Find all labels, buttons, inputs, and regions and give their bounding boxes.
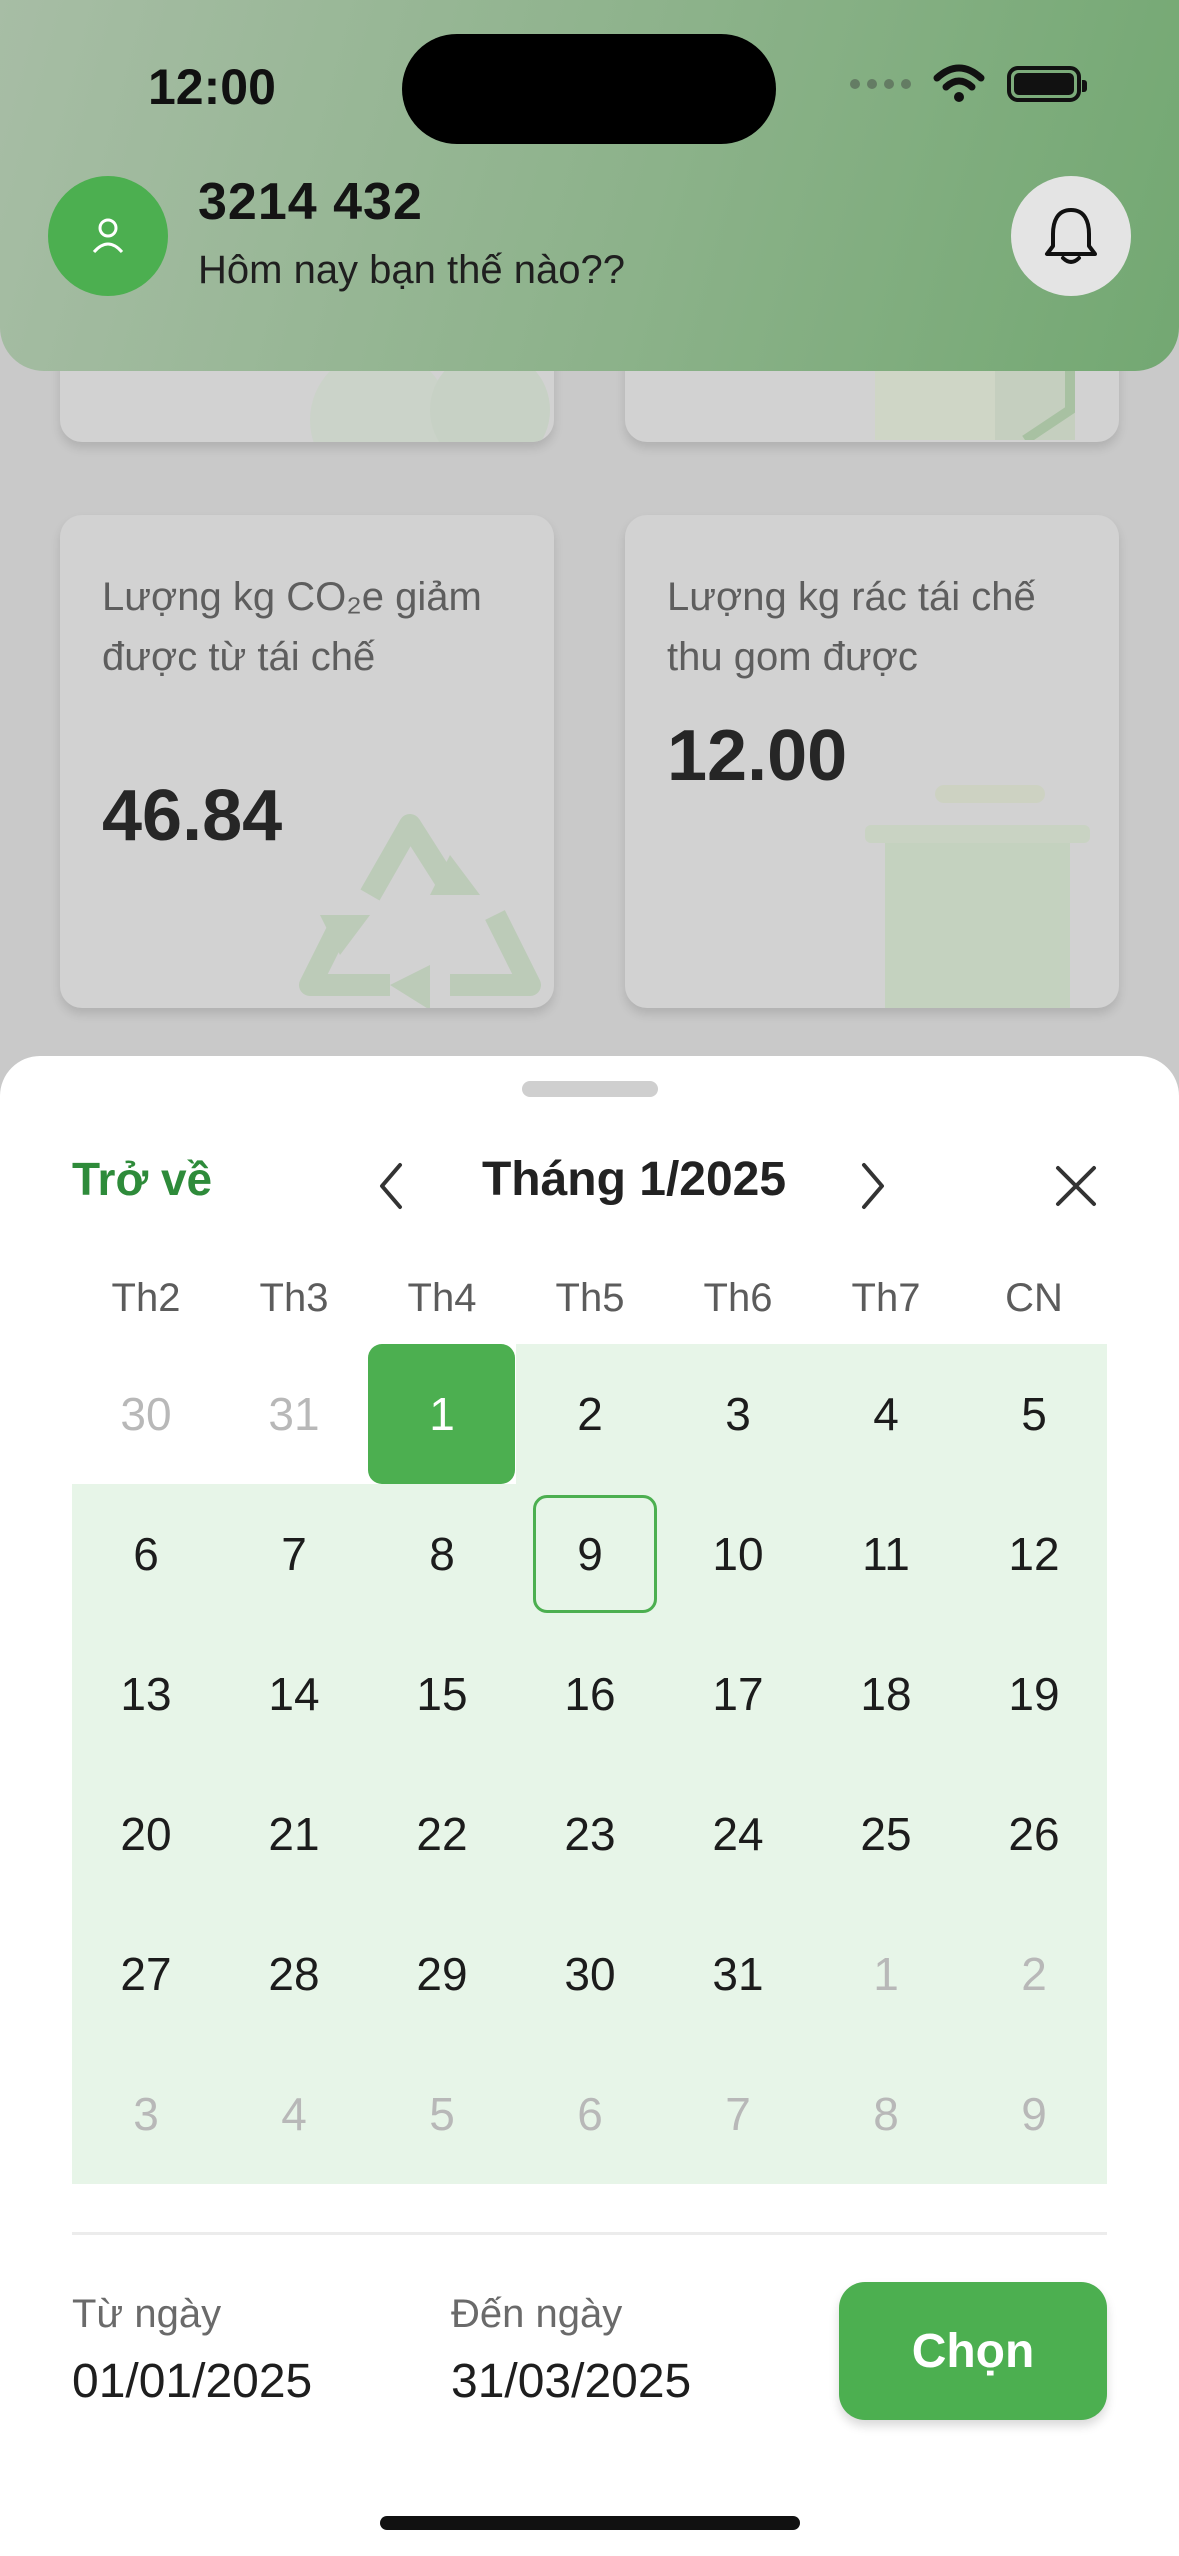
calendar-day-outside[interactable]: 4 bbox=[220, 2044, 368, 2184]
trash-bin-icon bbox=[865, 785, 1090, 1008]
app-header: 12:00 3214 432 Hôm nay bạn thế nào?? bbox=[0, 0, 1179, 371]
calendar-day[interactable]: 19 bbox=[960, 1624, 1108, 1764]
calendar-day[interactable]: 26 bbox=[960, 1764, 1108, 1904]
weekday-label: Th2 bbox=[111, 1276, 181, 1320]
close-icon bbox=[1056, 1166, 1096, 1206]
calendar-grid: 30 31 1 2 3 4 5 6 7 8 9 10 11 12 13 14 1… bbox=[72, 1344, 1107, 2184]
weekday-header: Th2 Th3 Th4 Th5 Th6 Th7 CN bbox=[72, 1276, 1107, 1336]
calendar-day[interactable]: 3 bbox=[664, 1344, 812, 1484]
battery-icon bbox=[1007, 66, 1087, 102]
to-date-label: Đến ngày bbox=[451, 2292, 623, 2336]
calendar-day[interactable]: 28 bbox=[220, 1904, 368, 2044]
weekday-label: CN bbox=[1005, 1276, 1063, 1320]
calendar-day-selected-start[interactable]: 1 bbox=[368, 1344, 516, 1484]
status-icons bbox=[850, 64, 1087, 104]
calendar-day[interactable]: 24 bbox=[664, 1764, 812, 1904]
to-date-value[interactable]: 31/03/2025 bbox=[451, 2354, 691, 2409]
from-date-value[interactable]: 01/01/2025 bbox=[72, 2354, 312, 2409]
calendar-day-today[interactable]: 9 bbox=[516, 1484, 664, 1624]
month-title: Tháng 1/2025 bbox=[481, 1153, 787, 1206]
calendar-day-outside[interactable]: 5 bbox=[368, 2044, 516, 2184]
user-name: 3214 432 bbox=[198, 173, 423, 231]
calendar-day[interactable]: 12 bbox=[960, 1484, 1108, 1624]
co2-label: Lượng kg CO₂e giảm được từ tái chế bbox=[102, 575, 482, 679]
calendar-day[interactable]: 6 bbox=[72, 1484, 220, 1624]
date-range-sheet: Trở về Tháng 1/2025 Th2 Th3 Th4 Th5 Th6 … bbox=[0, 1056, 1179, 2556]
calendar-day-outside[interactable]: 3 bbox=[72, 2044, 220, 2184]
wifi-icon bbox=[933, 64, 985, 102]
waste-value: 12.00 bbox=[667, 716, 848, 796]
calendar-day-outside[interactable]: 8 bbox=[812, 2044, 960, 2184]
chevron-right-icon bbox=[862, 1163, 884, 1209]
calendar-day-outside[interactable]: 2 bbox=[960, 1904, 1108, 2044]
co2-value: 46.84 bbox=[102, 776, 283, 856]
weekday-label: Th3 bbox=[259, 1276, 329, 1320]
greeting-text: Hôm nay bạn thế nào?? bbox=[198, 248, 625, 292]
calendar-day[interactable]: 17 bbox=[664, 1624, 812, 1764]
calendar-day[interactable]: 2 bbox=[516, 1344, 664, 1484]
avatar[interactable] bbox=[48, 176, 168, 296]
stat-card-waste: Lượng kg rác tái chế thu gom được 12.00 bbox=[625, 515, 1119, 1008]
stat-card-co2: Lượng kg CO₂e giảm được từ tái chế 46.84 bbox=[60, 515, 554, 1008]
calendar-day[interactable]: 15 bbox=[368, 1624, 516, 1764]
prev-month-button[interactable] bbox=[366, 1156, 416, 1216]
calendar-day[interactable]: 18 bbox=[812, 1624, 960, 1764]
calendar-day[interactable]: 30 bbox=[516, 1904, 664, 2044]
bell-icon bbox=[1045, 208, 1097, 264]
divider bbox=[72, 2232, 1107, 2235]
from-date-label: Từ ngày bbox=[72, 2292, 222, 2336]
status-time: 12:00 bbox=[148, 59, 276, 115]
weekday-label: Th5 bbox=[555, 1276, 625, 1320]
calendar-day[interactable]: 22 bbox=[368, 1764, 516, 1904]
recycle-icon bbox=[299, 814, 541, 1008]
calendar-day[interactable]: 23 bbox=[516, 1764, 664, 1904]
calendar-day[interactable]: 4 bbox=[812, 1344, 960, 1484]
notification-button[interactable] bbox=[1011, 176, 1131, 296]
weekday-label: Th7 bbox=[851, 1276, 921, 1320]
chevron-left-icon bbox=[380, 1163, 402, 1209]
calendar-day[interactable]: 29 bbox=[368, 1904, 516, 2044]
calendar-day-outside[interactable]: 6 bbox=[516, 2044, 664, 2184]
user-icon bbox=[92, 218, 124, 254]
calendar-day[interactable]: 16 bbox=[516, 1624, 664, 1764]
calendar-day[interactable]: 21 bbox=[220, 1764, 368, 1904]
choose-button[interactable]: Chọn bbox=[839, 2282, 1107, 2420]
calendar-day[interactable]: 5 bbox=[960, 1344, 1108, 1484]
close-button[interactable] bbox=[1046, 1156, 1106, 1216]
calendar-day-outside[interactable]: 1 bbox=[812, 1904, 960, 2044]
calendar-day[interactable]: 31 bbox=[664, 1904, 812, 2044]
calendar-day-outside[interactable]: 31 bbox=[220, 1344, 368, 1484]
waste-label: Lượng kg rác tái chế thu gom được bbox=[667, 575, 1036, 679]
calendar-day[interactable]: 11 bbox=[812, 1484, 960, 1624]
next-month-button[interactable] bbox=[848, 1156, 898, 1216]
weekday-label: Th6 bbox=[703, 1276, 773, 1320]
calendar-day[interactable]: 20 bbox=[72, 1764, 220, 1904]
calendar-day-outside[interactable]: 30 bbox=[72, 1344, 220, 1484]
calendar-day[interactable]: 13 bbox=[72, 1624, 220, 1764]
calendar-day-outside[interactable]: 9 bbox=[960, 2044, 1108, 2184]
calendar-day[interactable]: 10 bbox=[664, 1484, 812, 1624]
back-button[interactable]: Trở về bbox=[72, 1152, 212, 1206]
calendar-day[interactable]: 27 bbox=[72, 1904, 220, 2044]
calendar-day[interactable]: 7 bbox=[220, 1484, 368, 1624]
dynamic-island bbox=[402, 34, 776, 144]
calendar-day[interactable]: 14 bbox=[220, 1624, 368, 1764]
calendar-day[interactable]: 8 bbox=[368, 1484, 516, 1624]
weekday-label: Th4 bbox=[407, 1276, 477, 1320]
home-indicator[interactable] bbox=[380, 2516, 800, 2530]
calendar-day[interactable]: 25 bbox=[812, 1764, 960, 1904]
signal-icon bbox=[850, 79, 911, 89]
sheet-grabber[interactable] bbox=[522, 1081, 658, 1097]
calendar-day-outside[interactable]: 7 bbox=[664, 2044, 812, 2184]
